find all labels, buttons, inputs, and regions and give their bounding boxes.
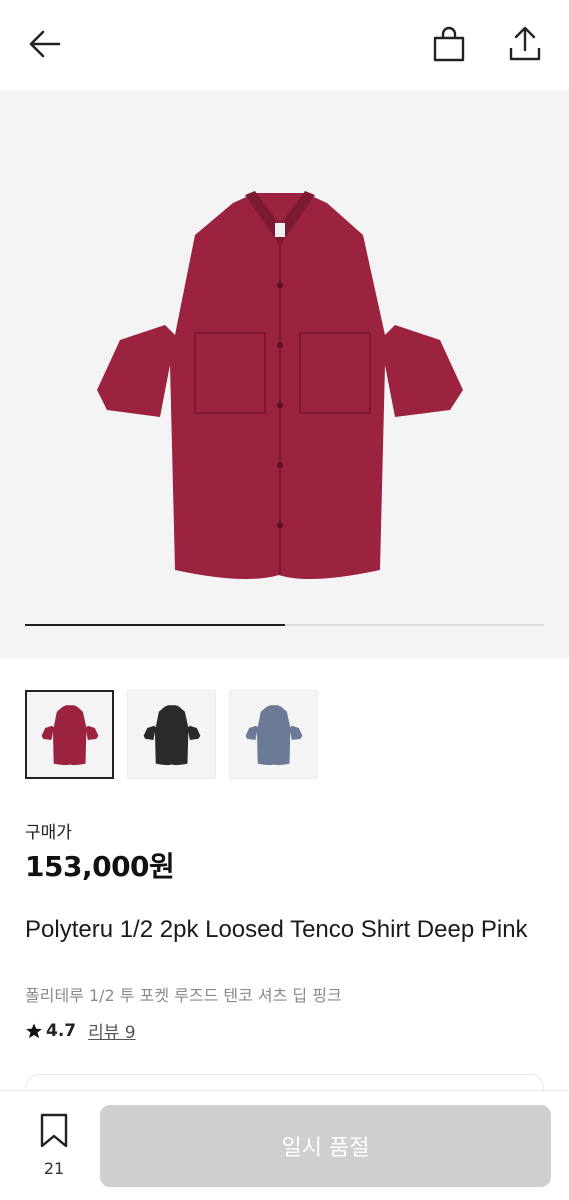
thumbnail-list xyxy=(25,690,318,779)
shirt-thumbnail-image xyxy=(41,704,98,765)
star-icon xyxy=(26,1023,42,1038)
shirt-thumbnail-image xyxy=(143,704,200,765)
bottom-action-bar: 21 일시 품절 xyxy=(0,1090,569,1200)
arrow-left-icon xyxy=(29,30,61,58)
product-shirt-image xyxy=(97,191,463,579)
bookmark-button[interactable]: 21 xyxy=(26,1113,82,1178)
top-bar xyxy=(0,0,569,90)
product-title: Polyteru 1/2 2pk Loosed Tenco Shirt Deep… xyxy=(25,916,528,943)
product-subtitle: 폴리테루 1/2 투 포켓 루즈드 텐코 셔츠 딥 핑크 xyxy=(25,986,342,1005)
thumbnail-blue[interactable] xyxy=(229,690,318,779)
share-button[interactable] xyxy=(503,22,547,66)
bookmark-count: 21 xyxy=(43,1159,65,1178)
rating-row: 4.7 리뷰 9 xyxy=(25,1018,136,1043)
shirt-thumbnail-image xyxy=(245,704,302,765)
product-image-gallery[interactable] xyxy=(0,90,569,658)
gallery-progress-fill xyxy=(25,624,285,626)
soldout-button[interactable]: 일시 품절 xyxy=(100,1105,551,1187)
gallery-progress xyxy=(25,624,544,626)
price-label: 구매가 xyxy=(25,823,72,843)
thumbnail-black[interactable] xyxy=(127,690,216,779)
bookmark-icon xyxy=(40,1113,68,1148)
back-button[interactable] xyxy=(22,22,66,66)
review-link[interactable]: 리뷰 9 xyxy=(88,1018,136,1043)
price-value: 153,000원 xyxy=(25,850,175,883)
shopping-bag-button[interactable] xyxy=(427,22,471,66)
shopping-bag-icon xyxy=(433,26,465,62)
share-upload-icon xyxy=(509,26,541,61)
rating-score: 4.7 xyxy=(46,1020,77,1041)
thumbnail-deep-pink[interactable] xyxy=(25,690,114,779)
